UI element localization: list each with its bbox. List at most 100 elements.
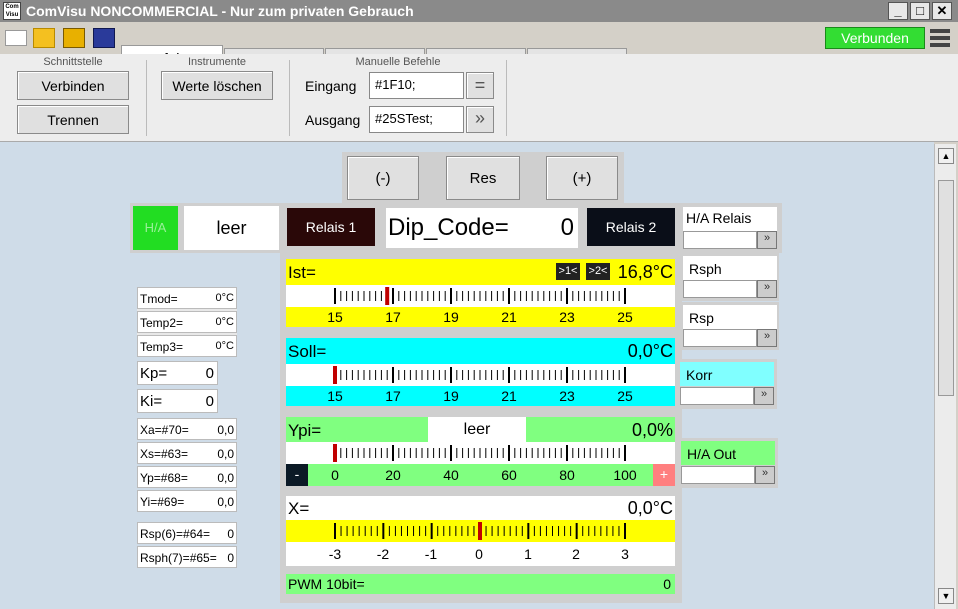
x-header: X= 0,0°C xyxy=(286,496,675,520)
ausgang-input[interactable]: #25STest; xyxy=(369,106,464,133)
soll-tick-label: 21 xyxy=(501,388,517,404)
rsp-widget: Rsp » xyxy=(679,302,779,350)
ha-relais-widget: H/A Relais » xyxy=(679,204,779,252)
ypi-leer: leer xyxy=(428,417,526,442)
rsph7-row: Rsph(7)=#65= 0 xyxy=(137,546,237,568)
x-scale-ticks xyxy=(334,522,626,540)
rsp-label: Rsp xyxy=(683,305,777,329)
eingang-input[interactable]: #1F10; xyxy=(369,72,464,99)
werte-loeschen-button[interactable]: Werte löschen xyxy=(161,71,273,100)
yp-value: 0,0 xyxy=(217,471,234,485)
ist-value: 16,8°C xyxy=(617,262,673,282)
value-pointer xyxy=(333,366,337,384)
maximize-button[interactable]: □ xyxy=(910,2,930,20)
scroll-thumb[interactable] xyxy=(938,180,954,396)
yp-label: Yp=#68= xyxy=(140,471,188,485)
divider xyxy=(506,60,507,136)
equals-button[interactable]: = xyxy=(466,72,494,99)
rsp-input[interactable] xyxy=(683,329,757,347)
trennen-button[interactable]: Trennen xyxy=(17,105,129,134)
x-scale xyxy=(286,520,675,542)
relais1-indicator[interactable]: Relais 1 xyxy=(287,208,375,246)
ist-header: Ist= >1< >2< 16,8°C xyxy=(286,259,675,285)
send-button[interactable]: » xyxy=(466,106,494,133)
ist-scale-ticks xyxy=(334,287,626,305)
value-pointer xyxy=(333,444,337,462)
rsph-input[interactable] xyxy=(683,280,757,298)
scroll-up-icon[interactable]: ▲ xyxy=(938,148,954,164)
reset-button[interactable]: Res xyxy=(446,156,520,200)
plus-button[interactable]: (+) xyxy=(546,156,618,200)
save-as-icon[interactable] xyxy=(93,28,115,48)
x-label: X= xyxy=(288,499,310,518)
soll-tick-label: 25 xyxy=(617,388,633,404)
soll-value: 0,0°C xyxy=(627,341,673,361)
xa-value: 0,0 xyxy=(217,423,234,437)
ist-tick-label: 17 xyxy=(385,309,401,325)
ypi-tick-label: 80 xyxy=(559,467,575,483)
ypi-value: 0,0% xyxy=(631,420,673,440)
rsph7-value: 0 xyxy=(227,551,234,565)
soll-scale xyxy=(286,364,675,386)
group-label-manuelle: Manuelle Befehle xyxy=(355,56,441,68)
menu-icon[interactable] xyxy=(930,28,950,48)
ha-indicator[interactable]: H/A xyxy=(133,206,178,250)
ist-scale xyxy=(286,285,675,307)
scroll-down-icon[interactable]: ▼ xyxy=(938,588,954,604)
ypi-tick-label: 100 xyxy=(613,467,637,483)
ribbon: Schnittstelle Verbinden Trennen Instrume… xyxy=(0,54,958,142)
kp-label: Kp= xyxy=(140,365,168,382)
minimize-button[interactable]: _ xyxy=(888,2,908,20)
rsph-send-button[interactable]: » xyxy=(757,280,777,298)
x-tick-label: -2 xyxy=(376,546,390,562)
close-button[interactable]: ✕ xyxy=(932,2,952,20)
ist-marker2[interactable]: >2< xyxy=(586,263,610,280)
ypi-header: Ypi= leer 0,0% xyxy=(286,417,675,442)
soll-tick-label: 15 xyxy=(327,388,343,404)
temp3-value: 0°C xyxy=(215,340,234,352)
ypi-tick-label: 20 xyxy=(385,467,401,483)
eingang-label: Eingang xyxy=(305,78,357,94)
korr-widget: Korr » xyxy=(677,359,777,409)
group-label-instrumente: Instrumente xyxy=(187,56,247,68)
rsp-send-button[interactable]: » xyxy=(757,329,777,347)
yi-value: 0,0 xyxy=(217,495,234,509)
ist-tick-label: 21 xyxy=(501,309,517,325)
toolbar: Ausführen Bearbeiten Konsole Terminal Sc… xyxy=(0,22,958,76)
dip-code-label: Dip_Code= xyxy=(388,214,509,241)
leer-display: leer xyxy=(184,206,279,250)
ha-out-input[interactable] xyxy=(681,466,755,484)
open-folder-icon[interactable] xyxy=(33,28,55,48)
tmod-value: 0°C xyxy=(215,292,234,304)
korr-input[interactable] xyxy=(680,387,754,405)
x-tick-label: 2 xyxy=(572,546,580,562)
ist-scale-labels: 15 17 19 21 23 25 xyxy=(286,307,675,327)
xs-label: Xs=#63= xyxy=(140,447,189,461)
ha-relais-send-button[interactable]: » xyxy=(757,231,777,249)
korr-send-button[interactable]: » xyxy=(754,387,774,405)
new-file-icon[interactable] xyxy=(5,30,27,46)
x-tick-label: 3 xyxy=(621,546,629,562)
dip-code-display: Dip_Code= 0 xyxy=(386,208,578,248)
ist-marker1[interactable]: >1< xyxy=(556,263,580,280)
ypi-scale xyxy=(286,442,675,464)
kp-value: 0 xyxy=(205,365,214,382)
ha-out-send-button[interactable]: » xyxy=(755,466,775,484)
ha-relais-input[interactable] xyxy=(683,231,757,249)
xa-label: Xa=#70= xyxy=(140,423,189,437)
relais2-indicator[interactable]: Relais 2 xyxy=(587,208,675,246)
minus-button[interactable]: (-) xyxy=(347,156,419,200)
vertical-scrollbar[interactable]: ▲ ▼ xyxy=(934,144,956,609)
rsp6-label: Rsp(6)=#64= xyxy=(140,527,211,541)
pwm-value: 0 xyxy=(663,576,671,592)
xs-value: 0,0 xyxy=(217,447,234,461)
ypi-scale-ticks xyxy=(333,444,626,462)
ist-tick-label: 23 xyxy=(559,309,575,325)
verbinden-button[interactable]: Verbinden xyxy=(17,71,129,100)
dip-code-value: 0 xyxy=(560,214,574,241)
ypi-plus-button[interactable]: + xyxy=(653,464,675,486)
ypi-minus-button[interactable]: - xyxy=(286,464,308,486)
save-icon[interactable] xyxy=(63,28,85,48)
x-tick-label: -1 xyxy=(424,546,438,562)
ki-row: Ki= 0 xyxy=(137,389,218,413)
